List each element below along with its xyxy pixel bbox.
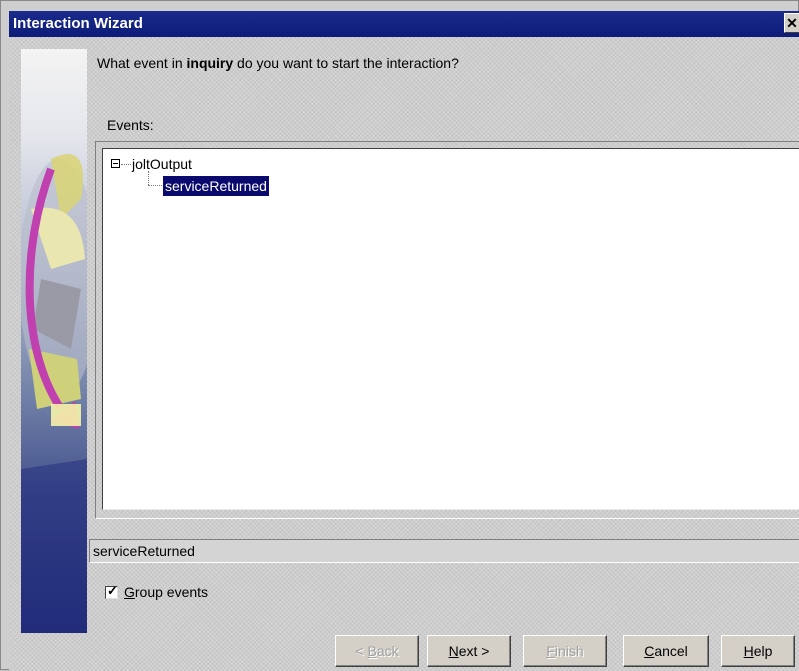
group-events-checkbox[interactable]: ✓: [105, 583, 118, 599]
close-icon[interactable]: ✕: [784, 13, 799, 33]
finish-button[interactable]: Finish: [523, 635, 607, 667]
back-button[interactable]: < Back: [335, 635, 419, 667]
window-title: Interaction Wizard: [13, 15, 143, 32]
help-button[interactable]: Help: [721, 635, 795, 667]
tree-connector: [148, 171, 149, 185]
tree-connector: [148, 185, 162, 186]
events-tree[interactable]: joltOutput serviceReturned: [102, 148, 799, 510]
events-label: Events:: [107, 117, 154, 133]
interaction-wizard-window: Interaction Wizard ✕ What event in inqui…: [0, 0, 799, 671]
question-suffix: do you want to start the interaction?: [233, 55, 459, 71]
check-mark-icon: ✓: [107, 583, 118, 598]
collapse-icon[interactable]: [111, 159, 120, 168]
group-events-label[interactable]: Group events: [124, 583, 208, 601]
tree-node-label[interactable]: joltOutput: [132, 155, 192, 173]
next-button[interactable]: Next >: [427, 635, 511, 667]
wizard-side-graphic: [21, 49, 87, 633]
wizard-question: What event in inquiry do you want to sta…: [97, 55, 459, 71]
wizard-body: What event in inquiry do you want to sta…: [9, 37, 799, 671]
cancel-button[interactable]: Cancel: [623, 635, 709, 667]
title-bar[interactable]: Interaction Wizard ✕: [9, 11, 799, 37]
question-prefix: What event in: [97, 55, 187, 71]
selected-event-field[interactable]: serviceReturned: [89, 539, 799, 563]
tree-node-servicereturned[interactable]: serviceReturned: [163, 176, 269, 196]
component-name: inquiry: [186, 55, 234, 71]
tree-connector: [121, 164, 131, 165]
events-tree-panel: joltOutput serviceReturned: [95, 141, 799, 519]
